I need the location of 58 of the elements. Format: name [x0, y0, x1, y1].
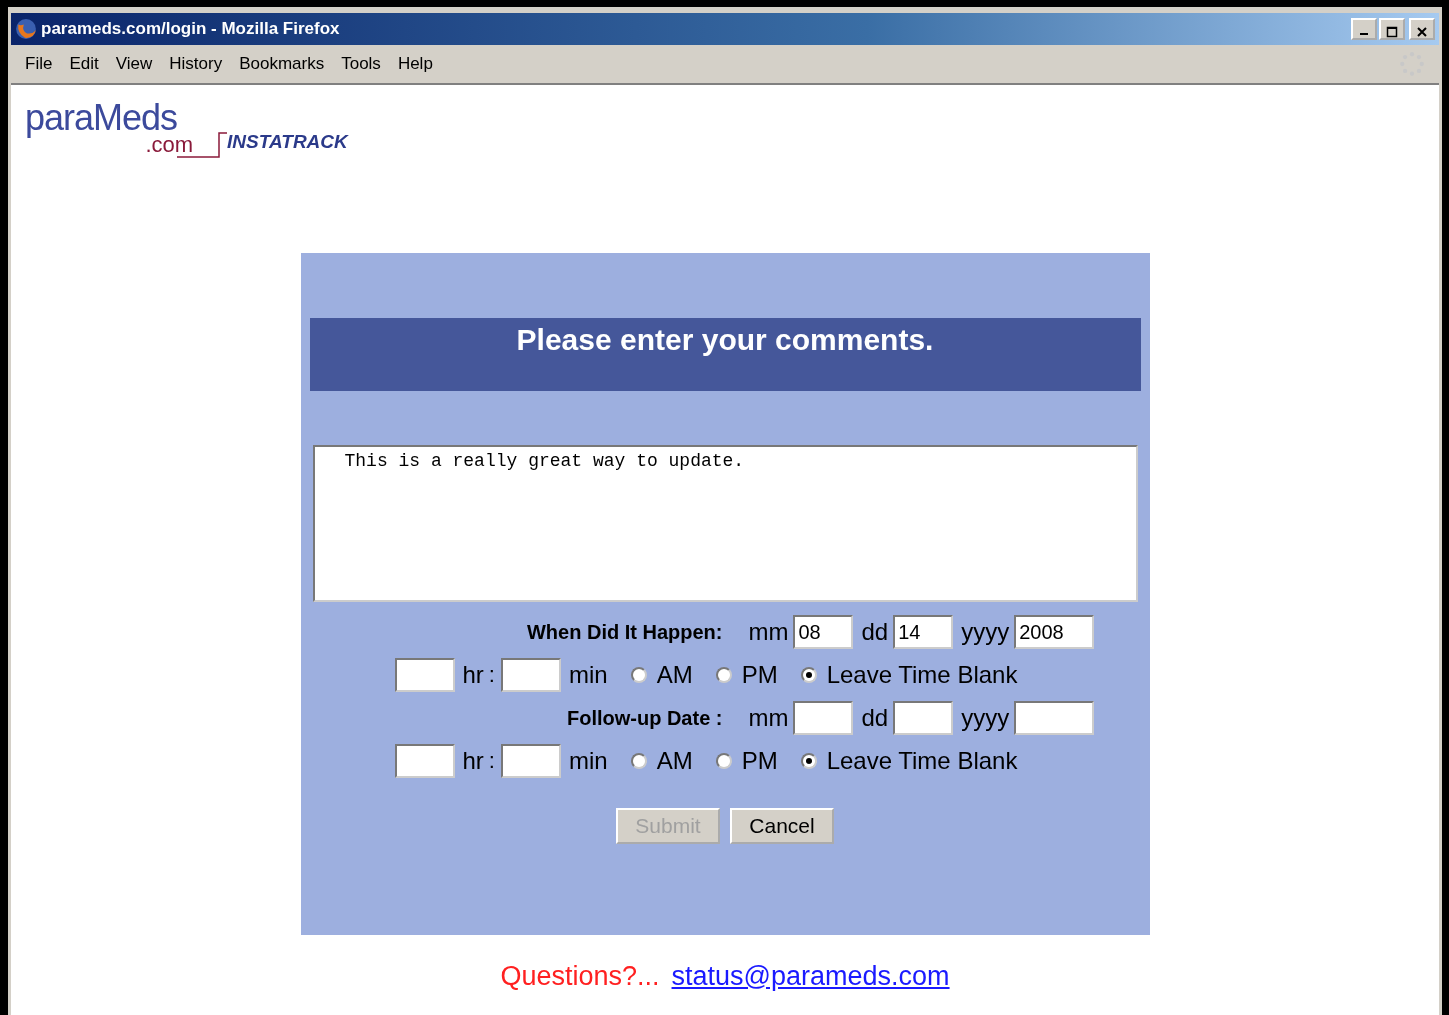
hour-field[interactable]	[394, 658, 455, 692]
radio-button[interactable]	[715, 753, 732, 769]
radio-button[interactable]	[800, 667, 817, 683]
maximize-button[interactable]	[1379, 18, 1405, 40]
hour-field[interactable]	[394, 744, 455, 778]
radio-label: PM	[741, 661, 778, 689]
date-field[interactable]	[1014, 701, 1095, 735]
menu-item[interactable]: Edit	[65, 54, 112, 74]
unit-label: mm	[748, 618, 789, 646]
window-title: parameds.com/login - Mozilla Firefox	[41, 19, 341, 39]
unit-label: min	[568, 747, 608, 775]
unit-label: hr	[462, 661, 484, 689]
menu-item[interactable]: Help	[393, 54, 446, 74]
menu-item[interactable]: History	[165, 54, 236, 74]
radio-button[interactable]	[800, 753, 817, 769]
unit-label: min	[568, 661, 608, 689]
email-link[interactable]: status@parameds.com	[671, 961, 950, 992]
minute-field[interactable]	[500, 658, 561, 692]
unit-label: mm	[748, 704, 789, 732]
menu-item[interactable]: View	[111, 54, 166, 74]
radio-label: AM	[656, 747, 693, 775]
minute-field[interactable]	[500, 744, 561, 778]
date-field[interactable]: 08	[793, 615, 854, 649]
radio-label: Leave Time Blank	[826, 661, 1018, 689]
minimize-icon	[1360, 33, 1368, 35]
separator: :	[488, 748, 495, 774]
maximize-icon	[1386, 26, 1398, 38]
unit-label: dd	[861, 618, 889, 646]
questions-text: Questions?...	[500, 961, 660, 992]
date-field[interactable]	[893, 701, 954, 735]
unit-label: dd	[861, 704, 889, 732]
close-icon	[1416, 26, 1428, 38]
cancel-button[interactable]: Cancel	[730, 808, 834, 844]
radio-button[interactable]	[630, 667, 647, 683]
radio-label: PM	[741, 747, 778, 775]
date-field[interactable]: 2008	[1014, 615, 1095, 649]
unit-label: yyyy	[961, 704, 1010, 732]
radio-button[interactable]	[630, 753, 647, 769]
radio-button[interactable]	[715, 667, 732, 683]
logo-product: INSTATRACK	[227, 131, 348, 153]
field-label: Follow-up Date :	[565, 706, 723, 730]
menu-item[interactable]: Tools	[337, 54, 394, 74]
comments-field[interactable]: This is a really great way to update.	[312, 445, 1138, 602]
browser-logo-icon	[15, 18, 37, 40]
field-label: When Did It Happen:	[525, 620, 723, 644]
unit-label: hr	[462, 747, 484, 775]
radio-label: AM	[656, 661, 693, 689]
minimize-button[interactable]	[1351, 18, 1377, 40]
date-field[interactable]: 14	[893, 615, 954, 649]
date-field[interactable]	[793, 701, 854, 735]
menu-item[interactable]: File	[21, 54, 66, 74]
radio-label: Leave Time Blank	[826, 747, 1018, 775]
separator: :	[488, 662, 495, 688]
form-heading: Please enter your comments.	[309, 318, 1141, 391]
menu-item[interactable]: Bookmarks	[235, 54, 338, 74]
logo-domain: .com	[145, 135, 194, 155]
close-button[interactable]	[1409, 18, 1435, 40]
unit-label: yyyy	[961, 618, 1010, 646]
